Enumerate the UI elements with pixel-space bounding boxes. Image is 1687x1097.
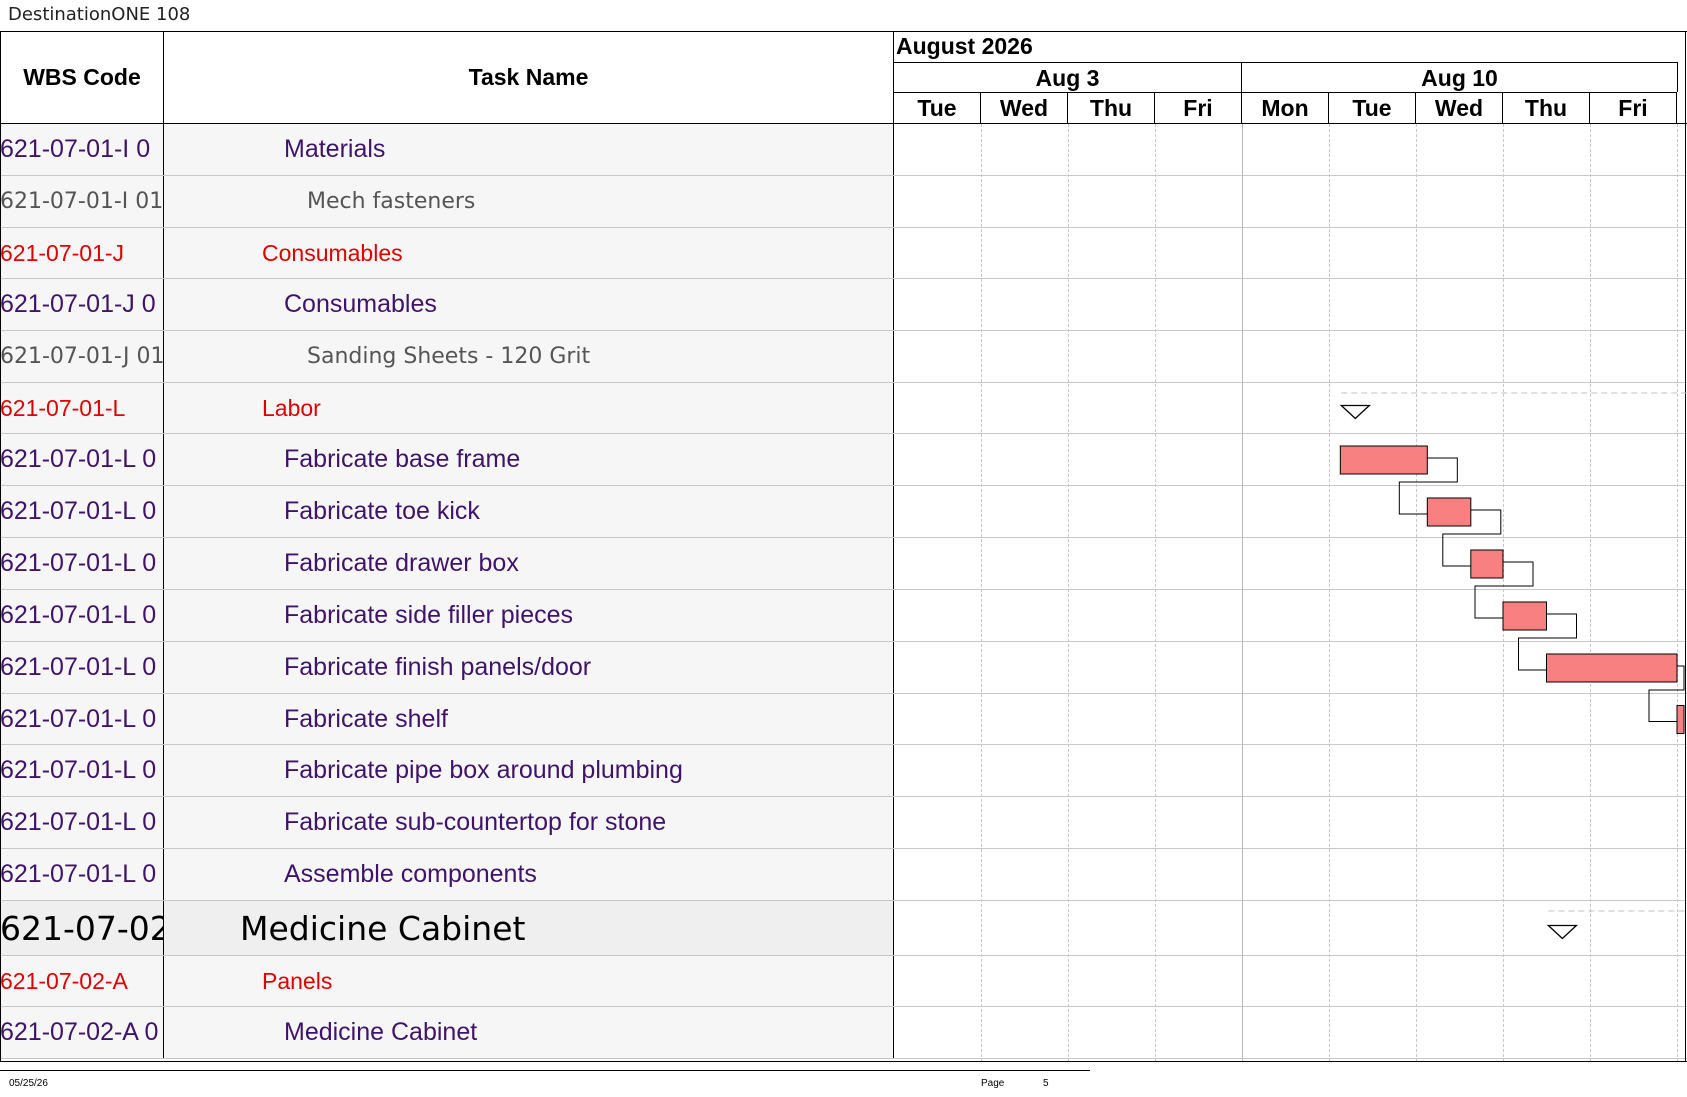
timescale-week: Aug 3 <box>894 62 1242 92</box>
task-name-cell[interactable]: Fabricate toe kick <box>164 486 894 537</box>
footer-page-number: 5 <box>1043 1078 1049 1089</box>
timescale-day: Fri <box>1590 92 1677 123</box>
timescale-day: Mon <box>1242 92 1329 123</box>
task-name-cell[interactable]: Fabricate drawer box <box>164 538 894 589</box>
task-name-cell[interactable]: Fabricate pipe box around plumbing <box>164 745 894 796</box>
footer-date: 05/25/26 <box>9 1078 48 1089</box>
document-title: DestinationONE 108 <box>8 4 191 25</box>
table-row[interactable]: 621-07-02-A Panels <box>0 956 1687 1007</box>
wbs-code-cell[interactable]: 621-07-01-L 0 <box>0 797 164 848</box>
table-bottom-border <box>0 1061 1687 1062</box>
timescale-day: Thu <box>1068 92 1155 123</box>
wbs-code-cell[interactable]: 621-07-01-L <box>0 383 164 433</box>
wbs-code-cell[interactable]: 621-07-01-I 0 <box>0 124 164 175</box>
timescale-day: Wed <box>981 92 1068 123</box>
wbs-code-cell[interactable]: 621-07-01-J 0 <box>0 279 164 330</box>
wbs-code-cell[interactable]: 621-07-01-L 0 <box>0 486 164 537</box>
wbs-column-header[interactable]: WBS Code <box>0 31 164 123</box>
day-gridline <box>981 124 982 1062</box>
task-name-cell[interactable]: Consumables <box>164 228 894 278</box>
wbs-code-cell[interactable]: 621-07-01-L 0 <box>0 642 164 693</box>
wbs-code-cell[interactable]: 621-07-01-L 0 <box>0 590 164 641</box>
timescale-day: Wed <box>1416 92 1503 123</box>
timescale-day: Thu <box>1503 92 1590 123</box>
table-row[interactable]: 621-07-01-J Consumables <box>0 228 1687 279</box>
wbs-code-cell[interactable]: 621-07-01-I 01 <box>0 176 164 227</box>
table-row[interactable]: 621-07-01-L 0 Fabricate drawer box <box>0 538 1687 590</box>
day-gridline <box>1155 124 1156 1062</box>
footer-page-label: Page <box>981 1078 1005 1089</box>
table-row[interactable]: 621-07-01-L 0 Fabricate shelf <box>0 694 1687 745</box>
wbs-code-cell[interactable]: 621-07-01-J <box>0 228 164 278</box>
day-gridline <box>1590 124 1591 1062</box>
table-row[interactable]: 621-07-01-L Labor <box>0 383 1687 434</box>
table-row[interactable]: 621-07-01-L 0 Fabricate sub-countertop fo… <box>0 797 1687 849</box>
wbs-code-cell[interactable]: 621-07-02-A 0 <box>0 1007 164 1058</box>
wbs-code-cell[interactable]: 621-07-01-L 0 <box>0 745 164 796</box>
wbs-code-cell[interactable]: 621-07-02 <box>0 901 164 955</box>
wbs-code-cell[interactable]: 621-07-01-L 0 <box>0 694 164 744</box>
day-gridline <box>1677 124 1678 1062</box>
day-gridline <box>1068 124 1069 1062</box>
timescale-day: Tue <box>1329 92 1416 123</box>
table-row[interactable]: 621-07-01-I 0 Materials <box>0 124 1687 176</box>
table-row[interactable]: 621-07-01-L 0 Fabricate base frame <box>0 434 1687 486</box>
day-gridline <box>1242 124 1243 1062</box>
task-name-cell[interactable]: Fabricate shelf <box>164 694 894 744</box>
day-gridline <box>1416 124 1417 1062</box>
table-row[interactable]: 621-07-01-L 0 Fabricate toe kick <box>0 486 1687 538</box>
day-gridline <box>1503 124 1504 1062</box>
table-row[interactable]: 621-07-01-L 0 Fabricate side filler piece… <box>0 590 1687 642</box>
table-left-border <box>0 31 1 1062</box>
task-name-cell[interactable]: Labor <box>164 383 894 433</box>
table-row[interactable]: 621-07-02 Medicine Cabinet <box>0 901 1687 956</box>
task-name-cell[interactable]: Assemble components <box>164 849 894 900</box>
table-row[interactable]: 621-07-01-L 0 Fabricate finish panels/doo… <box>0 642 1687 694</box>
task-name-cell[interactable]: Medicine Cabinet <box>164 1007 894 1058</box>
table-row[interactable]: 621-07-01-J 0 Consumables <box>0 279 1687 331</box>
task-name-cell[interactable]: Sanding Sheets - 120 Grit <box>164 331 894 382</box>
timescale-day: Fri <box>1155 92 1242 123</box>
timescale-month: August 2026 <box>896 33 1033 59</box>
table-row[interactable]: 621-07-01-L 0 Assemble components <box>0 849 1687 901</box>
task-name-cell[interactable]: Consumables <box>164 279 894 330</box>
table-row[interactable]: 621-07-02-A 0 Medicine Cabinet <box>0 1007 1687 1059</box>
wbs-code-cell[interactable]: 621-07-02-A <box>0 956 164 1006</box>
task-name-column-header[interactable]: Task Name <box>164 31 894 123</box>
timescale-week: Aug 10 <box>1242 62 1678 92</box>
task-name-cell[interactable]: Fabricate sub-countertop for stone <box>164 797 894 848</box>
task-name-cell[interactable]: Medicine Cabinet <box>164 901 894 955</box>
task-name-cell[interactable]: Materials <box>164 124 894 175</box>
footer-rule <box>0 1070 1090 1071</box>
task-name-cell[interactable]: Fabricate side filler pieces <box>164 590 894 641</box>
task-name-cell[interactable]: Fabricate base frame <box>164 434 894 485</box>
wbs-code-cell[interactable]: 621-07-01-J 01 <box>0 331 164 382</box>
table-row[interactable]: 621-07-01-I 01 Mech fasteners <box>0 176 1687 228</box>
timescale-day: Tue <box>894 92 981 123</box>
table-right-border <box>1685 31 1686 1062</box>
task-name-cell[interactable]: Panels <box>164 956 894 1006</box>
wbs-code-cell[interactable]: 621-07-01-L 0 <box>0 849 164 900</box>
table-row[interactable]: 621-07-01-J 01 Sanding Sheets - 120 Grit <box>0 331 1687 383</box>
task-name-cell[interactable]: Mech fasteners <box>164 176 894 227</box>
wbs-code-cell[interactable]: 621-07-01-L 0 <box>0 538 164 589</box>
day-gridline <box>1329 124 1330 1062</box>
table-row[interactable]: 621-07-01-L 0 Fabricate pipe box around p… <box>0 745 1687 797</box>
task-name-cell[interactable]: Fabricate finish panels/door <box>164 642 894 693</box>
wbs-code-cell[interactable]: 621-07-01-L 0 <box>0 434 164 485</box>
